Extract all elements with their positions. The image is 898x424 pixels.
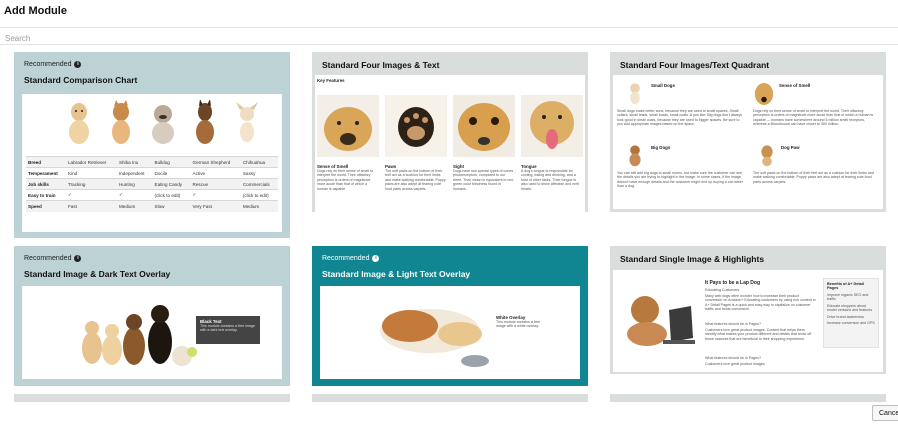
modal-header: Add Module — [0, 0, 898, 24]
module-card-next-row[interactable] — [14, 394, 290, 402]
feature-item: Sight Dogs have two special types of con… — [453, 95, 515, 191]
module-card-title: Standard Image & Dark Text Overlay — [24, 269, 171, 279]
highlights-sidebar: Benefits of A+ Detail Pages Improve orga… — [823, 278, 879, 348]
table-row: Speed Fast Medium Slow Very Fast Medium — [26, 200, 278, 212]
module-card-four-images-text[interactable]: Standard Four Images & Text Key Features… — [312, 52, 588, 212]
list-item: Improve organic SEO and traffic — [827, 293, 869, 302]
module-card-four-images-quadrant[interactable]: Standard Four Images/Text Quadrant Small… — [610, 52, 886, 212]
sense-of-smell-image — [754, 83, 774, 105]
module-preview: Black Text This module contains a free i… — [22, 286, 282, 379]
dog-image-row — [64, 100, 262, 146]
module-card-title: Standard Single Image & Highlights — [620, 254, 765, 264]
module-preview: Key Features Sense of Smell Dogs rely on… — [315, 75, 585, 212]
module-preview: It Pays to be a Lap Dog Educating Custom… — [613, 270, 883, 372]
module-preview: Breed Labrador Retriever Shiba Inu Bulldog G… — [22, 94, 282, 232]
module-card-title: Standard Comparison Chart — [24, 75, 138, 85]
recommended-label: Recommended — [24, 61, 72, 68]
table-row: Breed Labrador Retriever Shiba Inu Bulldog G… — [26, 156, 278, 168]
text-overlay: Black Text This module contains a free i… — [196, 316, 260, 344]
module-grid: Recommended i Standard Comparison Chart … — [0, 46, 898, 402]
module-preview: Small Dogs Small dogs make better sons, … — [613, 75, 883, 209]
info-icon: i — [74, 255, 82, 262]
module-card-title: Standard Four Images/Text Quadrant — [620, 60, 770, 70]
key-features-heading: Key Features — [317, 78, 345, 83]
module-card-title: Standard Image & Light Text Overlay — [322, 269, 471, 279]
dog-eyes-image — [453, 95, 515, 157]
german-shepherd-image — [196, 100, 214, 144]
module-card-light-text-overlay[interactable]: Recommended i Standard Image & Light Tex… — [312, 246, 588, 386]
chihuahua-image — [236, 102, 258, 142]
feature-item: Tongue A dog's tongue is responsible for… — [521, 95, 583, 191]
module-card-single-image-highlights[interactable]: Standard Single Image & Highlights It Pa… — [610, 246, 886, 374]
bulldog-image — [152, 105, 174, 144]
dog-tongue-image — [521, 95, 583, 157]
labrador-image — [69, 103, 89, 144]
dog-face-image — [317, 95, 379, 157]
recommended-badge: Recommended i — [24, 255, 82, 262]
module-card-dark-text-overlay[interactable]: Recommended i Standard Image & Dark Text… — [14, 246, 290, 386]
list-item: Increase conversion and GPS — [827, 321, 875, 326]
module-card-next-row[interactable] — [312, 394, 588, 402]
search-input[interactable] — [0, 30, 898, 47]
cancel-button[interactable]: Cancel — [872, 405, 898, 421]
info-icon: i — [74, 61, 82, 68]
text-overlay: White Overlay This module contains a fre… — [492, 312, 554, 336]
small-dog-image — [630, 83, 640, 105]
table-row: Job skills Tracking Hunting Eating Candy Res… — [26, 178, 278, 190]
table-row: Easy to train ✓ ✓ (click to edit) ✓ (click to… — [26, 189, 278, 201]
info-icon: i — [372, 255, 380, 262]
dog-laptop-image — [627, 296, 695, 346]
recommended-label: Recommended — [24, 255, 72, 262]
recommended-label: Recommended — [322, 255, 370, 262]
module-card-title: Standard Four Images & Text — [322, 60, 440, 70]
recommended-badge: Recommended i — [322, 255, 380, 262]
feature-item: Paws The soft paws on the bottom of thei… — [385, 95, 447, 191]
dog-paw-image — [761, 145, 773, 167]
module-card-next-row[interactable] — [610, 394, 886, 402]
big-dog-image — [629, 145, 641, 167]
table-row: Temperament Kind Independent Docile Active Sa… — [26, 167, 278, 179]
modal-title: Add Module — [4, 5, 67, 17]
list-item: Educate shoppers about model versions an… — [827, 303, 873, 313]
recommended-badge: Recommended i — [24, 61, 82, 68]
list-item: Drive brand awareness — [827, 314, 864, 319]
shiba-inu-image — [112, 100, 130, 144]
comparison-table: Breed Labrador Retriever Shiba Inu Bulldog G… — [26, 156, 278, 212]
search-bar — [0, 27, 898, 47]
feature-item: Sense of Smell Dogs rely on their sense … — [317, 95, 379, 191]
module-preview: White Overlay This module contains a fre… — [320, 286, 580, 379]
module-card-comparison-chart[interactable]: Recommended i Standard Comparison Chart … — [14, 52, 290, 238]
dog-paw-image — [385, 95, 447, 157]
